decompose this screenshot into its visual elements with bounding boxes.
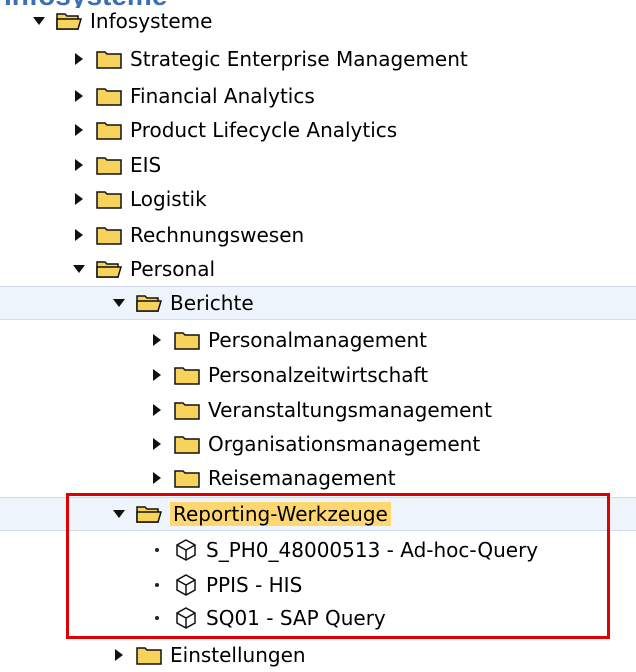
- folder-icon: [174, 367, 200, 385]
- collapse-icon[interactable]: [112, 296, 126, 310]
- tree-node-label: S_PH0_48000513 - Ad-hoc-Query: [206, 538, 539, 562]
- tree-node-strategic-enterprise-management[interactable]: Strategic Enterprise Management: [0, 42, 636, 76]
- tree-node-label: Veranstaltungsmanagement: [208, 398, 492, 422]
- tree-node-label: EIS: [130, 153, 162, 177]
- tree-node-personal[interactable]: Personal: [0, 252, 636, 286]
- tree-node-label: Reisemanagement: [208, 466, 396, 490]
- folder-icon: [96, 191, 122, 209]
- expand-icon[interactable]: [150, 403, 164, 417]
- folder-icon: [136, 647, 162, 665]
- folder-icon: [96, 88, 122, 106]
- tree-node-label: Einstellungen: [170, 643, 306, 667]
- tree-node-reisemanagement[interactable]: Reisemanagement: [0, 461, 636, 495]
- expand-icon[interactable]: [112, 648, 126, 662]
- tree-node-label: SQ01 - SAP Query: [206, 606, 386, 630]
- tree-node-reporting-werkzeuge[interactable]: Reporting-Werkzeuge: [0, 497, 636, 531]
- open-folder-icon: [56, 13, 82, 30]
- folder-icon: [96, 51, 122, 69]
- expand-icon[interactable]: [72, 89, 86, 103]
- bullet-icon: [150, 611, 164, 625]
- tree-node-logistik[interactable]: Logistik: [0, 182, 636, 216]
- tree-node-einstellungen[interactable]: Einstellungen: [0, 638, 636, 672]
- open-folder-icon: [136, 295, 162, 312]
- tree-node-organisationsmanagement[interactable]: Organisationsmanagement: [0, 427, 636, 461]
- tree-node-label: Logistik: [130, 187, 207, 211]
- tree-node-label: Strategic Enterprise Management: [130, 47, 468, 71]
- bullet-icon: [150, 578, 164, 592]
- tree-node-label: Reporting-Werkzeuge: [170, 502, 391, 526]
- tree-node-rechnungswesen[interactable]: Rechnungswesen: [0, 218, 636, 252]
- collapse-icon[interactable]: [112, 507, 126, 521]
- folder-icon: [174, 402, 200, 420]
- tree-node-label: Financial Analytics: [130, 84, 315, 108]
- tree-node-personalzeitwirtschaft[interactable]: Personalzeitwirtschaft: [0, 358, 636, 392]
- tree-node-financial-analytics[interactable]: Financial Analytics: [0, 79, 636, 113]
- tree-node-label: PPIS - HIS: [206, 573, 303, 597]
- expand-icon[interactable]: [72, 52, 86, 66]
- tree-node-ppis-his[interactable]: PPIS - HIS: [0, 568, 636, 602]
- open-folder-icon: [96, 261, 122, 278]
- tree-node-label: Product Lifecycle Analytics: [130, 118, 398, 142]
- tree-node-sq01-sap-query[interactable]: SQ01 - SAP Query: [0, 601, 636, 635]
- folder-icon: [174, 470, 200, 488]
- expand-icon[interactable]: [72, 228, 86, 242]
- folder-icon: [96, 227, 122, 245]
- tree-node-eis[interactable]: EIS: [0, 148, 636, 182]
- folder-icon: [174, 436, 200, 454]
- tree-node-label: Infosysteme: [90, 9, 213, 33]
- open-folder-icon: [136, 506, 162, 523]
- tree-node-veranstaltungsmanagement[interactable]: Veranstaltungsmanagement: [0, 393, 636, 427]
- tree-node-infosysteme[interactable]: Infosysteme: [0, 4, 636, 38]
- expand-icon[interactable]: [72, 123, 86, 137]
- tree-node-product-lifecycle-analytics[interactable]: Product Lifecycle Analytics: [0, 113, 636, 147]
- collapse-icon[interactable]: [32, 14, 46, 28]
- tree-node-personalmanagement[interactable]: Personalmanagement: [0, 323, 636, 357]
- expand-icon[interactable]: [72, 158, 86, 172]
- tree-node-label: Organisationsmanagement: [208, 432, 481, 456]
- report-node-icon: [176, 574, 196, 596]
- expand-icon[interactable]: [150, 333, 164, 347]
- expand-icon[interactable]: [72, 192, 86, 206]
- tree-node-berichte[interactable]: Berichte: [0, 286, 636, 320]
- collapse-icon[interactable]: [72, 262, 86, 276]
- tree-node-label: Personalzeitwirtschaft: [208, 363, 429, 387]
- folder-icon: [96, 157, 122, 175]
- expand-icon[interactable]: [150, 471, 164, 485]
- expand-icon[interactable]: [150, 368, 164, 382]
- folder-icon: [96, 122, 122, 140]
- tree-node-label: Berichte: [170, 291, 254, 315]
- tree-node-label: Personalmanagement: [208, 328, 427, 352]
- bullet-icon: [150, 543, 164, 557]
- expand-icon[interactable]: [150, 437, 164, 451]
- tree-node-s-ph0-48000513[interactable]: S_PH0_48000513 - Ad-hoc-Query: [0, 533, 636, 567]
- folder-icon: [174, 332, 200, 350]
- tree-node-label: Rechnungswesen: [130, 223, 305, 247]
- report-node-icon: [176, 539, 196, 561]
- report-node-icon: [176, 607, 196, 629]
- tree-node-label: Personal: [130, 257, 216, 281]
